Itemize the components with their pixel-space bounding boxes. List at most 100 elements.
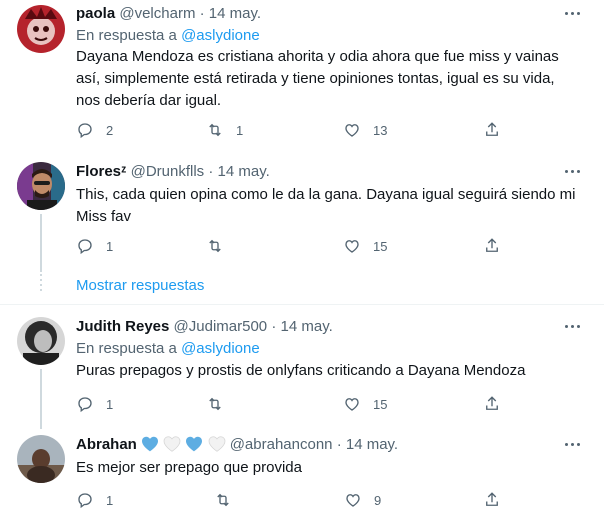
user-handle[interactable]: @velcharm	[119, 5, 195, 22]
share-button[interactable]	[483, 490, 501, 510]
reply-button[interactable]: 1	[76, 394, 113, 414]
blue-heart-icon	[185, 436, 203, 458]
text-line: así, simplemente está retirada y tiene o…	[76, 70, 555, 87]
avatar[interactable]	[17, 435, 65, 483]
like-button[interactable]: 15	[343, 394, 387, 414]
thread-line	[40, 214, 42, 272]
share-button[interactable]	[483, 394, 501, 414]
user-handle[interactable]: @Drunkflls	[131, 163, 205, 180]
tweet[interactable]: paola @velcharm · 14 may. En respuesta a…	[0, 0, 604, 150]
display-name[interactable]: Floresᶻ	[76, 163, 126, 180]
tweet-text: Es mejor ser prepago que provida	[76, 457, 576, 479]
heart-icon	[345, 398, 359, 411]
display-name[interactable]: Abrahan	[76, 436, 137, 453]
reply-button[interactable]: 1	[76, 236, 113, 256]
reply-icon	[78, 123, 92, 139]
share-icon	[486, 238, 498, 252]
tweet-header: Judith Reyes @Judimar500 · 14 may.	[76, 317, 333, 337]
retweet-button[interactable]	[214, 490, 244, 510]
reply-handle-link[interactable]: @aslydione	[181, 27, 260, 44]
separator-dot: ·	[271, 318, 277, 335]
more-icon[interactable]	[564, 163, 582, 181]
retweet-count: 1	[236, 122, 244, 138]
timestamp[interactable]: 14 may.	[209, 5, 261, 22]
more-icon[interactable]	[564, 5, 582, 23]
user-handle[interactable]: @abrahanconn	[230, 436, 333, 453]
show-replies-link[interactable]: Mostrar respuestas	[76, 277, 204, 294]
retweet-icon	[209, 123, 221, 137]
avatar[interactable]	[17, 162, 65, 210]
retweet-icon	[209, 397, 221, 411]
tweet-header: Abrahan @abrahanconn · 14 may.	[76, 435, 398, 458]
reply-icon	[78, 239, 92, 255]
tweet[interactable]: Judith Reyes @Judimar500 · 14 may. En re…	[0, 305, 604, 429]
reply-count: 2	[106, 122, 114, 138]
like-count: 15	[373, 396, 388, 412]
tweet-text: Puras prepagos y prostis de onlyfans cri…	[76, 360, 576, 382]
like-count: 9	[374, 492, 382, 508]
heart-icon	[346, 494, 360, 507]
like-count: 13	[373, 122, 388, 138]
reply-count: 1	[106, 492, 114, 508]
reply-context: En respuesta a @aslydione	[76, 339, 260, 359]
action-bar: 1 15	[76, 236, 506, 256]
text-line: Dayana Mendoza es cristiana ahorita y od…	[76, 48, 559, 65]
display-name[interactable]: Judith Reyes	[76, 318, 169, 335]
reply-icon	[78, 397, 92, 413]
retweet-button[interactable]	[206, 394, 236, 414]
reply-prefix: En respuesta a	[76, 340, 177, 357]
tweet-header: Floresᶻ @Drunkflls · 14 may.	[76, 162, 270, 182]
text-line: nos debería dar igual.	[76, 92, 222, 109]
heart-icon	[345, 124, 359, 137]
reply-handle-link[interactable]: @aslydione	[181, 340, 260, 357]
user-handle[interactable]: @Judimar500	[174, 318, 268, 335]
reply-count: 1	[106, 238, 114, 254]
share-icon	[486, 396, 498, 410]
reply-button[interactable]: 2	[76, 120, 113, 140]
display-name[interactable]: paola	[76, 5, 115, 22]
text-line: This, cada quien opina como le da la gan…	[76, 186, 576, 203]
separator-dot: ·	[199, 5, 205, 22]
action-bar: 1 15	[76, 394, 506, 414]
blue-heart-icon	[141, 436, 159, 458]
timestamp[interactable]: 14 may.	[218, 163, 270, 180]
timestamp[interactable]: 14 may.	[281, 318, 333, 335]
more-icon[interactable]	[564, 436, 582, 454]
text-line: Es mejor ser prepago que provida	[76, 459, 302, 476]
like-button[interactable]: 13	[343, 120, 387, 140]
heart-icon	[345, 240, 359, 253]
timestamp[interactable]: 14 may.	[346, 436, 398, 453]
retweet-icon	[209, 239, 221, 253]
like-button[interactable]: 15	[343, 236, 387, 256]
retweet-button[interactable]	[206, 236, 236, 256]
action-bar: 2 1 13	[76, 120, 506, 140]
share-icon	[486, 492, 498, 506]
text-line: Puras prepagos y prostis de onlyfans cri…	[76, 362, 526, 379]
like-count: 15	[373, 238, 388, 254]
thread-line	[40, 369, 42, 429]
reply-context: En respuesta a @aslydione	[76, 26, 260, 46]
white-heart-icon	[208, 436, 226, 458]
tweet[interactable]: Abrahan @abrahanconn · 14 may. Es mejor …	[0, 425, 604, 523]
text-line: Miss fav	[76, 208, 132, 225]
retweet-icon	[217, 493, 229, 507]
reply-button[interactable]: 1	[76, 490, 113, 510]
reply-count: 1	[106, 396, 114, 412]
separator-dot: ·	[208, 163, 214, 180]
like-button[interactable]: 9	[344, 490, 381, 510]
more-icon[interactable]	[564, 318, 582, 336]
thread-dots	[40, 274, 42, 294]
avatar[interactable]	[17, 5, 65, 53]
reply-icon	[78, 493, 92, 509]
retweet-button[interactable]: 1	[206, 120, 243, 140]
tweet-text: This, cada quien opina como le da la gan…	[76, 184, 576, 228]
share-button[interactable]	[483, 120, 501, 140]
white-heart-icon	[163, 436, 181, 458]
share-icon	[486, 122, 498, 136]
separator-dot: ·	[336, 436, 342, 453]
avatar[interactable]	[17, 317, 65, 365]
reply-prefix: En respuesta a	[76, 27, 177, 44]
tweet-header: paola @velcharm · 14 may.	[76, 4, 261, 24]
tweet-text: Dayana Mendoza es cristiana ahorita y od…	[76, 46, 576, 112]
share-button[interactable]	[483, 236, 501, 256]
